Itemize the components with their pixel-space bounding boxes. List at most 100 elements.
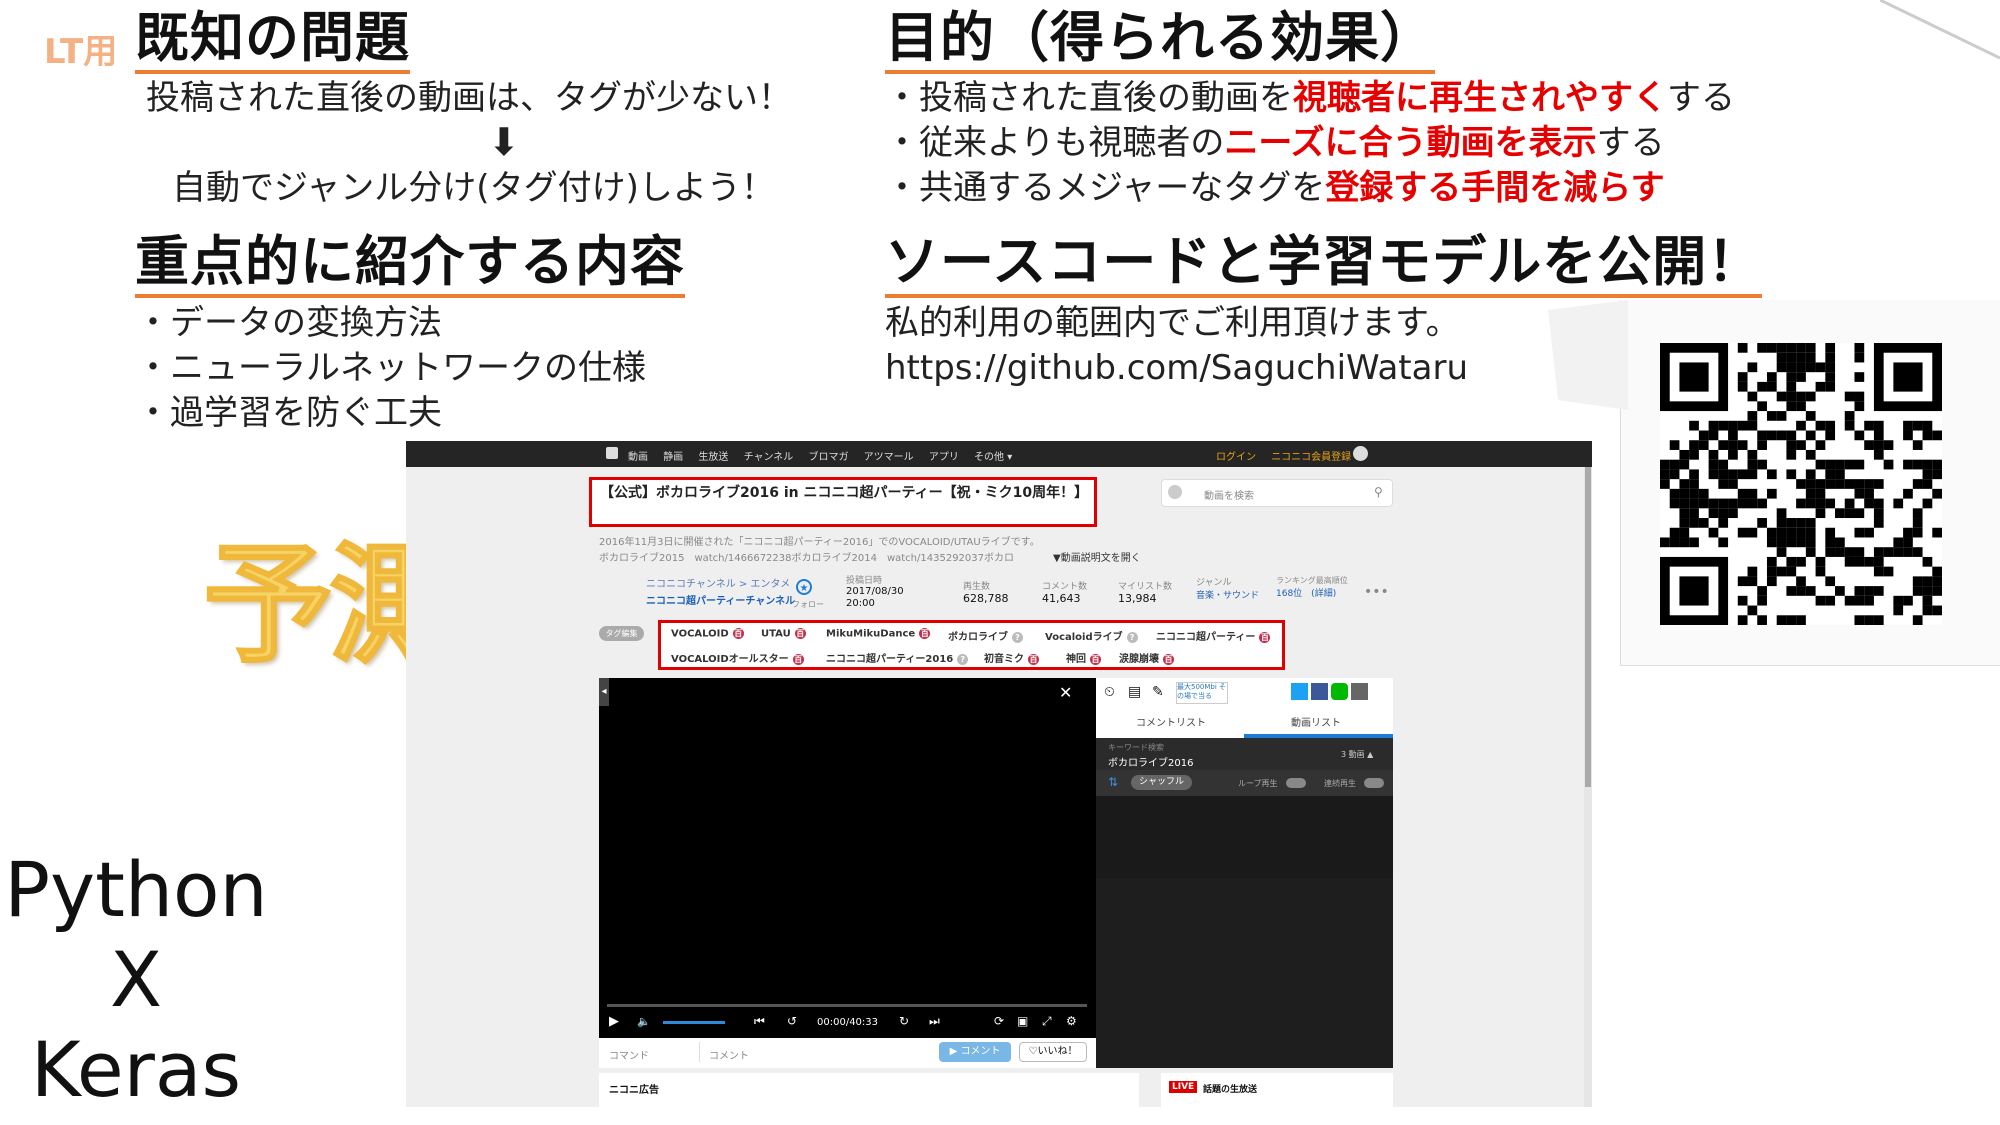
keyword-label: キーワード検索 [1108, 743, 1164, 752]
login-link[interactable]: ログイン [1216, 452, 1256, 463]
shuffle-button[interactable]: シャッフル [1131, 775, 1193, 790]
x-label: X [109, 935, 163, 1024]
github-url[interactable]: https://github.com/SaguchiWataru [885, 346, 1468, 390]
register-link[interactable]: ニコニコ会員登録 [1271, 452, 1351, 463]
forward-icon[interactable]: ↻ [899, 1014, 909, 1028]
play-icon[interactable]: ▶ [609, 1014, 619, 1029]
tag-edit-button[interactable]: タグ編集 [599, 626, 644, 641]
tag-item[interactable]: ニコニコ超パーティー2016? [826, 650, 969, 665]
sort-icon[interactable]: ⇅ [1108, 775, 1118, 789]
command-input[interactable]: コマンド [609, 1047, 649, 1062]
nav-blomaga[interactable]: ブロマガ [808, 452, 848, 463]
share-icon[interactable] [1351, 683, 1368, 700]
nav-live[interactable]: 生放送 [698, 452, 728, 463]
settings-gear-icon[interactable]: ⚙ [1066, 1014, 1077, 1028]
tag-item[interactable]: 初音ミク百 [984, 650, 1039, 665]
unlock-icon: ? [957, 653, 969, 665]
promo-banner[interactable]: 最大500Mbi その場で当る [1176, 682, 1228, 704]
search-input[interactable]: 動画を検索 ⚲ [1161, 479, 1393, 507]
focus-item-2: ・ニューラルネットワークの仕様 [136, 348, 646, 388]
stat-views: 再生数 628,788 [963, 582, 1009, 605]
tag-item[interactable]: 神回百 [1066, 650, 1101, 665]
video-count[interactable]: 3 動画 ▲ [1341, 749, 1373, 760]
history-clock-icon[interactable]: ⏲ [1104, 684, 1115, 700]
search-placeholder: 動画を検索 [1204, 491, 1254, 502]
known-problem-line2: 自動でジャンル分け(タグ付け)しよう！ [172, 168, 775, 208]
loop-toggle[interactable] [1286, 778, 1306, 788]
open-description-link[interactable]: ▼動画説明文を開く [1053, 549, 1141, 564]
close-icon[interactable]: ✕ [1059, 683, 1072, 702]
follow-label[interactable]: フォロー [792, 599, 824, 610]
keyword-search-box[interactable]: キーワード検索 ボカロライブ2016 3 動画 ▲ [1096, 738, 1393, 770]
tab-comment-list[interactable]: コメントリスト [1136, 714, 1206, 729]
volume-icon[interactable]: 🔈 [637, 1015, 651, 1028]
channel-name[interactable]: ニコニコ超パーティーチャンネル [646, 592, 795, 607]
twitter-icon[interactable] [1291, 683, 1308, 700]
publish-heading: ソースコードと学習モデルを公開！ [885, 230, 1763, 298]
prev-icon[interactable]: ⏮ [754, 1014, 765, 1029]
video-description: 2016年11月3日に開催された「ニコニコ超パーティー2016」でのVOCALO… [599, 537, 1040, 548]
search-icon[interactable]: ⚲ [1374, 485, 1383, 499]
nav-seiga[interactable]: 静画 [663, 452, 683, 463]
focus-item-1: ・データの変換方法 [136, 303, 442, 343]
tag-item[interactable]: ボカロライブ? [948, 628, 1023, 643]
tag-item[interactable]: Vocaloidライブ? [1045, 628, 1138, 643]
side-panel-header: ⏲ ▤ ✎ 最大500Mbi その場で当る コメントリスト 動画リスト [1096, 678, 1393, 738]
comment-toggle-icon[interactable]: ▣ [1017, 1014, 1028, 1028]
channel-path[interactable]: ニコニコチャンネル > エンタメ [646, 575, 790, 590]
niconico-logo-icon[interactable] [606, 447, 618, 459]
lt-label: LT用 [44, 32, 118, 72]
comment-input[interactable]: コメント [709, 1047, 749, 1062]
publish-line1: 私的利用の範囲内でご利用頂けます。 [885, 303, 1460, 343]
rewind-icon[interactable]: ↺ [787, 1014, 797, 1028]
focus-heading: 重点的に紹介する内容 [135, 230, 685, 298]
search-type-icon[interactable] [1168, 485, 1182, 499]
purpose-heading: 目的（得られる効果） [885, 6, 1435, 74]
keras-label: Keras [30, 1025, 242, 1114]
tag-item[interactable]: 涙腺崩壊百 [1119, 650, 1174, 665]
side-panel: ⏲ ▤ ✎ 最大500Mbi その場で当る コメントリスト 動画リスト キーワー… [1096, 678, 1393, 1068]
playlist-icon[interactable]: ▤ [1128, 684, 1141, 700]
nav-atsumaru[interactable]: アツマール [864, 452, 914, 463]
scrollbar[interactable] [1584, 467, 1592, 1107]
qr-code-image[interactable] [1660, 343, 1942, 625]
tab-video-list[interactable]: 動画リスト [1291, 714, 1341, 729]
seek-bar[interactable] [607, 1004, 1087, 1007]
follow-star-icon[interactable]: ★ [796, 579, 812, 595]
unlock-icon: ? [1012, 631, 1023, 643]
comment-submit-button[interactable]: ▶ コメント [939, 1042, 1011, 1062]
share-broadcast-icon[interactable]: ✎ [1152, 684, 1164, 700]
card-stamp [1548, 300, 1628, 410]
known-problem-heading: 既知の問題 [135, 6, 410, 74]
purpose-item-2: ・従来よりも視聴者のニーズに合う動画を表示する [885, 123, 1665, 163]
lock-icon: 百 [1259, 631, 1271, 643]
volume-slider[interactable] [663, 1021, 725, 1024]
avatar[interactable] [1353, 446, 1368, 461]
tag-item[interactable]: VOCALOID 百 [671, 628, 744, 640]
more-icon[interactable]: ••• [1364, 584, 1389, 600]
like-button[interactable]: ♡いいね！ [1019, 1042, 1087, 1062]
video-title: 【公式】ボカロライブ2016 in ニコニコ超パーティー【祝・ミク10周年！】 [589, 477, 1097, 527]
ad-label: ニコニ広告 [609, 1085, 659, 1096]
nav-channel[interactable]: チャンネル [744, 452, 794, 463]
autoplay-label: 連続再生 [1324, 779, 1356, 788]
facebook-icon[interactable] [1311, 683, 1328, 700]
next-icon[interactable]: ⏭ [929, 1014, 940, 1029]
fullscreen-icon[interactable]: ⤢ [1042, 1014, 1052, 1029]
nav-douga[interactable]: 動画 [628, 452, 648, 463]
line-icon[interactable] [1331, 683, 1348, 700]
scrollbar-thumb[interactable] [1585, 467, 1591, 787]
tag-item[interactable]: VOCALOIDオールスター百 [671, 650, 804, 665]
video-player[interactable]: ◂ ✕ [599, 678, 1096, 1038]
tag-item[interactable]: UTAU 百 [761, 628, 806, 640]
nav-app[interactable]: アプリ [929, 452, 959, 463]
nav-other[interactable]: その他 ▾ [974, 452, 1012, 463]
tag-item[interactable]: MikuMikuDance 百 [826, 628, 931, 640]
tag-item[interactable]: ニコニコ超パーティー百 [1156, 628, 1271, 643]
known-problem-line1: 投稿された直後の動画は、タグが少ない！ [146, 78, 792, 118]
lock-icon: 百 [794, 628, 806, 639]
repeat-icon[interactable]: ⟳ [994, 1014, 1004, 1028]
collapse-icon[interactable]: ◂ [599, 678, 609, 706]
autoplay-toggle[interactable] [1364, 778, 1384, 788]
live-label[interactable]: 話題の生放送 [1203, 1082, 1257, 1095]
